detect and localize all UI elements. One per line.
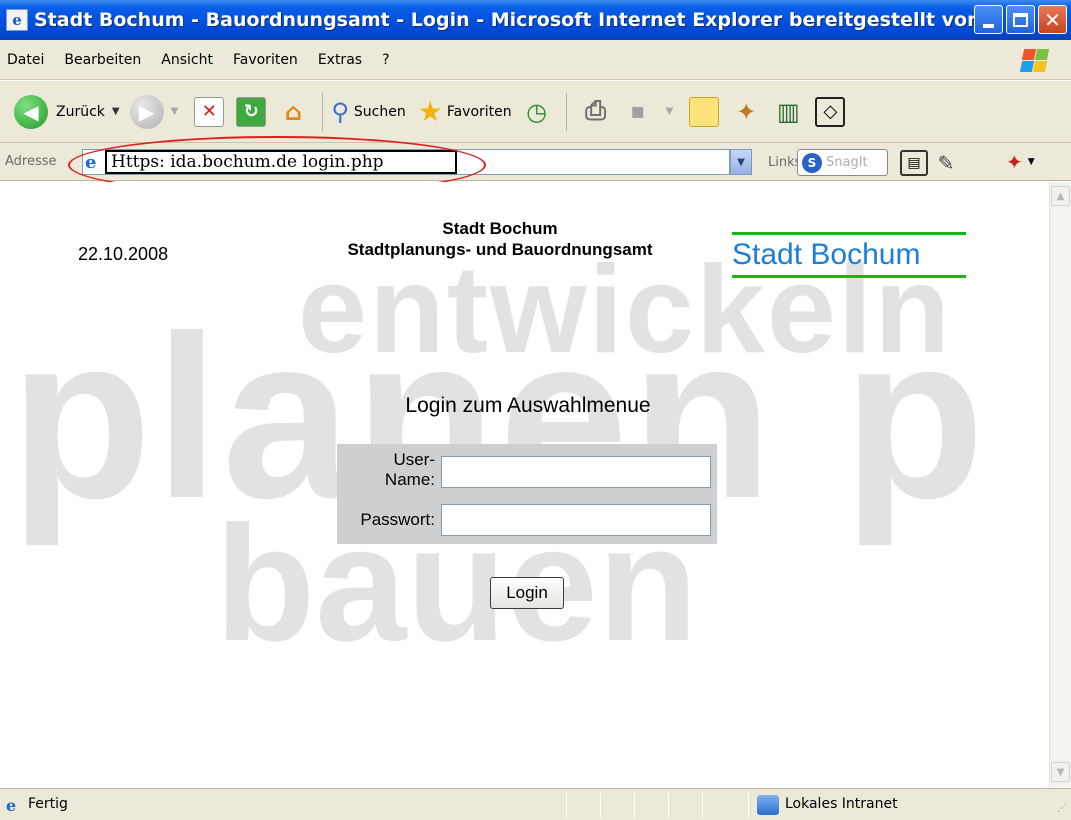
research-icon[interactable]: ▥ (773, 97, 803, 127)
back-dropdown-icon[interactable]: ▼ (112, 106, 120, 117)
toolbar-separator (322, 92, 324, 131)
window-title: Stadt Bochum - Bauordnungsamt - Login - … (34, 9, 982, 31)
status-bar: e Fertig Lokales Intranet ⋰ (0, 788, 1071, 820)
forward-dropdown-icon[interactable]: ▼ (171, 106, 179, 117)
standard-toolbar: ◀ Zurück ▼ ▶ ▼ ✕ ↻ ⌂ ⚲ Suchen ★ Favorite… (0, 81, 1071, 143)
logo-text: Stadt Bochum (732, 238, 921, 271)
snagit-icon: S (802, 152, 822, 173)
snagit-label: SnagIt (826, 155, 868, 170)
window-title-bar[interactable]: e Stadt Bochum - Bauordnungsamt - Login … (0, 0, 1071, 40)
menu-extras[interactable]: Extras (308, 52, 372, 68)
menu-help[interactable]: ? (372, 52, 399, 68)
edit-icon[interactable]: ▪ (623, 97, 653, 127)
login-form: User- Name: Passwort: (337, 444, 717, 544)
menu-bar: Datei Bearbeiten Ansicht Favoriten Extra… (0, 40, 1071, 80)
status-separator (634, 793, 635, 817)
pdf-icon: ✦ (1006, 150, 1023, 174)
snagit-edit-icon[interactable]: ✎ (932, 150, 960, 176)
add-favorite-icon[interactable]: ✦ (731, 97, 761, 127)
fullscreen-icon[interactable]: ◇ (815, 96, 846, 127)
status-separator (566, 793, 567, 817)
resize-grip-icon[interactable]: ⋰ (1057, 803, 1067, 814)
favorites-label: Favoriten (446, 103, 512, 120)
forward-arrow-icon: ▶ (129, 94, 164, 129)
stop-icon[interactable]: ✕ (194, 96, 225, 127)
username-label-line-1: User- (393, 450, 435, 469)
snagit-button[interactable]: S SnagIt (797, 149, 888, 176)
status-separator (748, 793, 749, 817)
snagit-window-icon[interactable]: ▤ (900, 150, 928, 176)
star-icon: ★ (417, 95, 443, 128)
menu-ansicht[interactable]: Ansicht (151, 52, 223, 68)
edit-dropdown-icon[interactable]: ▼ (666, 106, 674, 117)
history-icon[interactable]: ◷ (522, 97, 552, 127)
pdf-button[interactable]: ✦ ▼ (1006, 150, 1035, 174)
notes-icon[interactable] (689, 96, 720, 127)
password-input[interactable] (441, 504, 711, 536)
close-icon: ✕ (1044, 7, 1061, 32)
status-separator (600, 793, 601, 817)
search-button[interactable]: ⚲ Suchen (331, 90, 405, 134)
username-label: User- Name: (337, 450, 435, 490)
close-button[interactable]: ✕ (1038, 5, 1067, 34)
minimize-button[interactable] (974, 5, 1003, 34)
page-content: entwickeln planen p bauen 22.10.2008 Sta… (0, 182, 1049, 788)
favorites-button[interactable]: ★ Favoriten (418, 90, 512, 134)
page-done-icon: e (6, 796, 17, 815)
address-dropdown-icon[interactable]: ▼ (730, 149, 752, 175)
heading-line-1: Stadt Bochum (442, 219, 558, 238)
ie-page-icon: e (6, 9, 28, 31)
forward-button[interactable]: ▶ ▼ (129, 90, 189, 134)
vertical-scrollbar[interactable]: ▲ ▼ (1049, 182, 1071, 788)
stadt-bochum-logo: Stadt Bochum (732, 232, 966, 278)
login-title: Login zum Auswahlmenue (405, 394, 651, 417)
status-text: Fertig (28, 796, 68, 812)
home-icon[interactable]: ⌂ (278, 97, 308, 127)
search-label: Suchen (353, 103, 406, 120)
username-input[interactable] (441, 456, 711, 488)
pdf-dropdown-icon: ▼ (1027, 157, 1035, 167)
menu-datei[interactable]: Datei (0, 52, 54, 68)
back-button[interactable]: ◀ Zurück ▼ (0, 90, 130, 134)
minimize-icon (983, 23, 994, 28)
password-label: Passwort: (360, 510, 435, 529)
address-label: Adresse (5, 154, 57, 169)
maximize-icon (1013, 12, 1028, 27)
menu-bearbeiten[interactable]: Bearbeiten (54, 52, 151, 68)
page-date: 22.10.2008 (78, 244, 169, 264)
login-button[interactable]: Login (490, 577, 564, 609)
scroll-down-icon[interactable]: ▼ (1051, 762, 1070, 782)
refresh-icon[interactable]: ↻ (236, 96, 267, 127)
print-icon[interactable]: ⎙ (581, 96, 611, 127)
back-label: Zurück (56, 103, 105, 120)
status-separator (668, 793, 669, 817)
page-heading: Stadt Bochum Stadtplanungs- und Bauordnu… (290, 218, 710, 260)
search-icon: ⚲ (331, 97, 349, 126)
status-separator (702, 793, 703, 817)
maximize-button[interactable] (1006, 5, 1035, 34)
toolbar-separator (565, 92, 567, 131)
menu-favoriten[interactable]: Favoriten (223, 52, 308, 68)
scroll-up-icon[interactable]: ▲ (1051, 186, 1070, 206)
intranet-zone-icon (757, 795, 779, 815)
windows-logo-icon (1019, 48, 1050, 73)
security-zone-text: Lokales Intranet (785, 796, 898, 812)
username-label-line-2: Name: (384, 470, 435, 489)
heading-line-2: Stadtplanungs- und Bauordnungsamt (347, 240, 653, 259)
back-arrow-icon: ◀ (14, 94, 48, 129)
